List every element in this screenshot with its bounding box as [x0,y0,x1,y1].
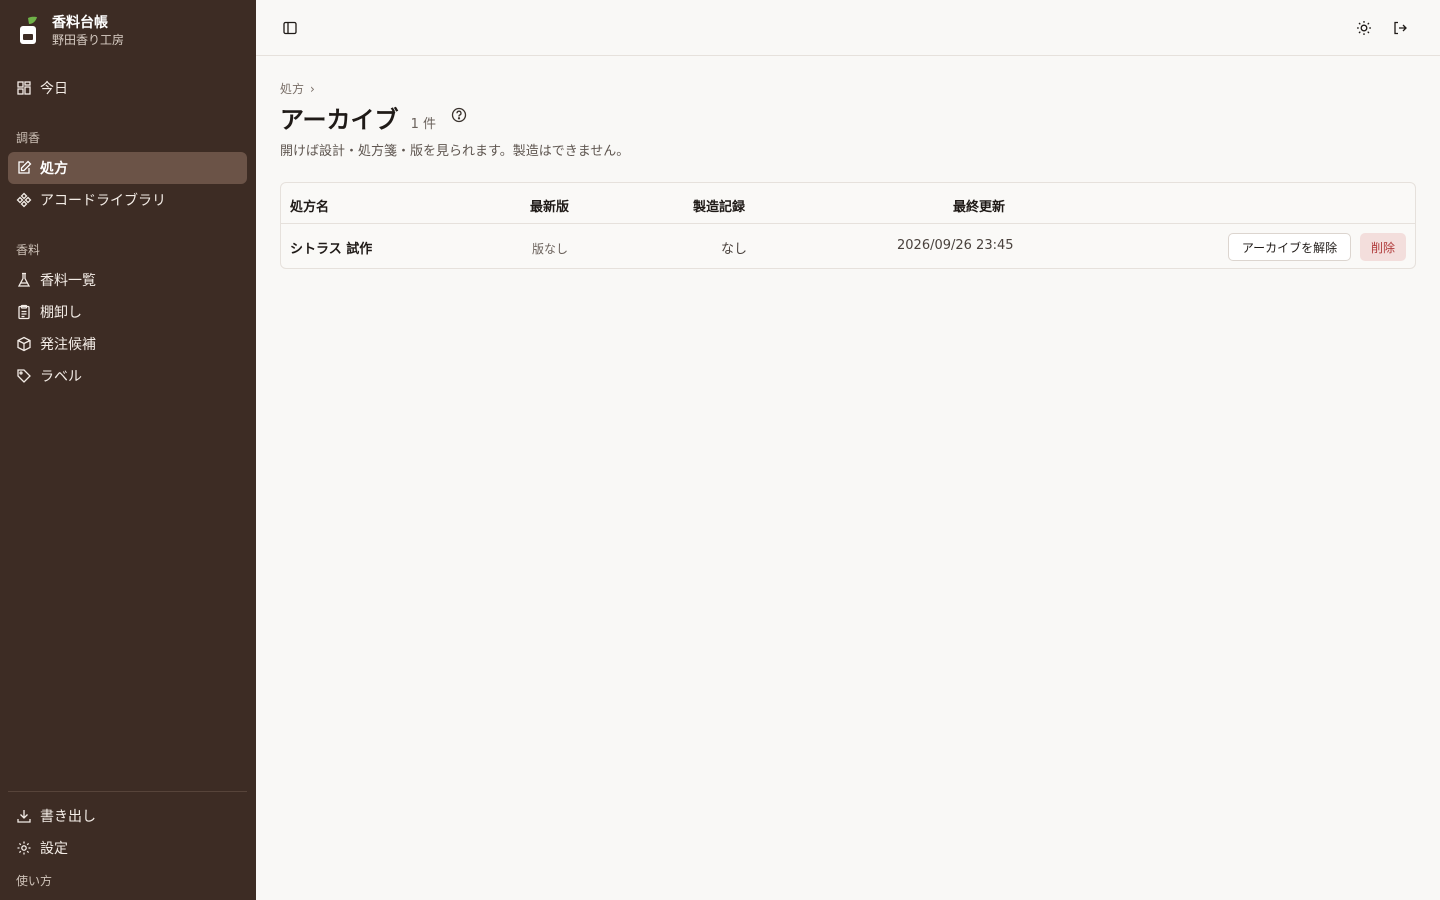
breadcrumb: 処方 › [280,80,315,97]
sidebar-toggle-button[interactable] [276,14,304,42]
sidebar-toggle-icon [283,21,297,35]
updated-value: 2026/09/26 23:45 [897,238,1014,253]
brand[interactable]: 香料台帳 野田香り工房 [16,14,124,48]
column-header-name[interactable]: 処方名 [290,196,329,215]
sidebar-item-label: 設定 [40,841,68,857]
sidebar-item-label: 今日 [40,81,68,97]
latest-version-value: 版なし [532,242,569,256]
production-value: なし [721,242,748,257]
package-icon [17,336,31,352]
formula-name[interactable]: シトラス 試作 [290,238,372,257]
sun-icon [1357,21,1371,35]
sidebar-divider [8,791,247,792]
sidebar-item-today[interactable]: 今日 [8,72,247,104]
column-header-updated[interactable]: 最終更新 [953,196,1005,215]
brand-subtitle: 野田香り工房 [52,33,125,47]
archive-table: 処方名 最新版 製造記録 最終更新 シトラス 試作 版なし なし 2026/09… [280,182,1416,269]
sidebar-item-labels[interactable]: ラベル [8,360,247,392]
sidebar-item-settings[interactable]: 設定 [8,832,247,864]
sidebar-item-accord-library[interactable]: アコードライブラリ [8,184,247,216]
clipboard-icon [18,304,30,320]
brand-title: 香料台帳 [52,15,108,31]
sidebar-section-blend: 調香 [16,131,41,145]
breadcrumb-separator: › [310,81,315,96]
sidebar-item-label: 発注候補 [40,337,96,353]
column-header-production[interactable]: 製造記録 [693,196,745,215]
gear-icon [17,841,31,855]
delete-button[interactable]: 削除 [1360,233,1406,261]
page-title: アーカイブ [280,106,399,134]
sidebar-item-label: ラベル [40,369,82,385]
breadcrumb-link-formulas[interactable]: 処方 [280,80,304,97]
diamonds-icon [16,192,32,208]
sidebar-item-label: 棚卸し [40,305,82,321]
tag-icon [17,369,31,383]
page-header: アーカイブ 1 件 [280,100,436,135]
page-description: 開けば設計・処方箋・版を見られます。製造はできません。 [280,144,630,159]
logout-button[interactable] [1386,14,1414,42]
sidebar-item-label: 香料一覧 [40,273,96,289]
sidebar-item-label: 処方 [40,161,68,177]
help-circle-icon[interactable] [450,106,468,124]
logout-icon [1394,21,1407,35]
column-header-latest-version[interactable]: 最新版 [530,196,569,215]
sidebar-item-materials-list[interactable]: 香料一覧 [8,264,247,296]
download-icon [17,810,31,823]
theme-toggle-button[interactable] [1350,14,1378,42]
sidebar-item-label: 書き出し [40,809,96,825]
sidebar-item-label: アコードライブラリ [40,193,166,209]
sidebar-item-help[interactable]: 使い方 [16,872,52,889]
sidebar-item-formulas[interactable]: 処方 [8,152,247,184]
dashboard-icon [17,81,31,95]
sidebar-item-export[interactable]: 書き出し [8,800,247,832]
flask-icon [17,272,31,287]
sidebar-item-stocktake[interactable]: 棚卸し [8,296,247,328]
brand-logo-icon [20,16,37,44]
sidebar-item-order-candidates[interactable]: 発注候補 [8,328,247,360]
edit-note-icon [18,160,32,174]
sidebar-section-materials: 香料 [16,243,41,257]
topbar [256,0,1440,56]
unarchive-button[interactable]: アーカイブを解除 [1228,233,1351,261]
header-divider [281,223,1415,224]
sidebar: 香料台帳 野田香り工房 今日 調香 処方 アコードライブラリ 香料 香料一覧 棚… [0,0,256,900]
item-count: 1 件 [410,117,436,132]
